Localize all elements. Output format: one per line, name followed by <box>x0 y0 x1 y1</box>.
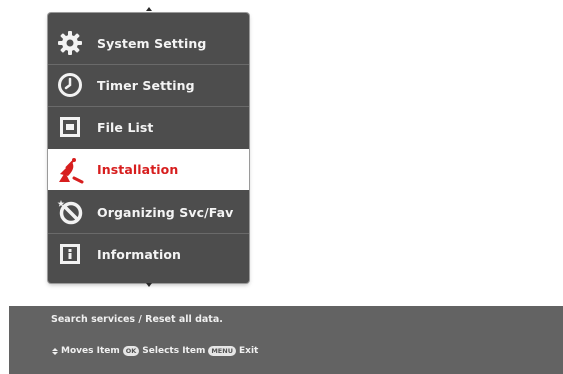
menu-item-label: Installation <box>97 162 179 177</box>
menu-item-label: Organizing Svc/Fav <box>97 204 234 220</box>
scroll-down-arrow-icon[interactable] <box>146 283 152 287</box>
file-list-icon <box>55 112 85 142</box>
info-icon <box>55 239 85 269</box>
help-bar: Search services / Reset all data. Moves … <box>9 306 563 374</box>
settings-menu-panel: System Setting Timer Setting File List I… <box>48 13 249 283</box>
ok-key-icon: OK <box>122 346 140 356</box>
menu-item-file-list[interactable]: File List <box>48 107 249 147</box>
menu-item-installation[interactable]: Installation <box>48 149 249 190</box>
menu-item-system-setting[interactable]: System Setting <box>48 23 249 63</box>
no-entry-star-icon <box>55 197 85 227</box>
menu-key-icon: MENU <box>208 346 236 356</box>
moves-item-label: Moves Item <box>61 346 120 356</box>
selects-item-label: Selects Item <box>142 346 206 356</box>
help-description: Search services / Reset all data. <box>51 314 223 325</box>
menu-item-organizing-svc-fav[interactable]: Organizing Svc/Fav <box>48 192 249 232</box>
menu-item-timer-setting[interactable]: Timer Setting <box>48 65 249 105</box>
scroll-up-arrow-icon[interactable] <box>146 7 152 11</box>
menu-item-label: System Setting <box>97 35 207 51</box>
satellite-dish-icon <box>55 155 85 185</box>
menu-item-label: File List <box>97 119 154 135</box>
key-hints: Moves Item OK Selects Item MENU Exit <box>51 346 258 356</box>
gear-icon <box>55 28 85 58</box>
menu-item-label: Information <box>97 246 182 262</box>
exit-label: Exit <box>238 346 259 356</box>
clock-icon <box>55 70 85 100</box>
menu-item-information[interactable]: Information <box>48 234 249 274</box>
menu-item-label: Timer Setting <box>97 77 195 93</box>
up-down-arrows-icon <box>51 347 58 355</box>
